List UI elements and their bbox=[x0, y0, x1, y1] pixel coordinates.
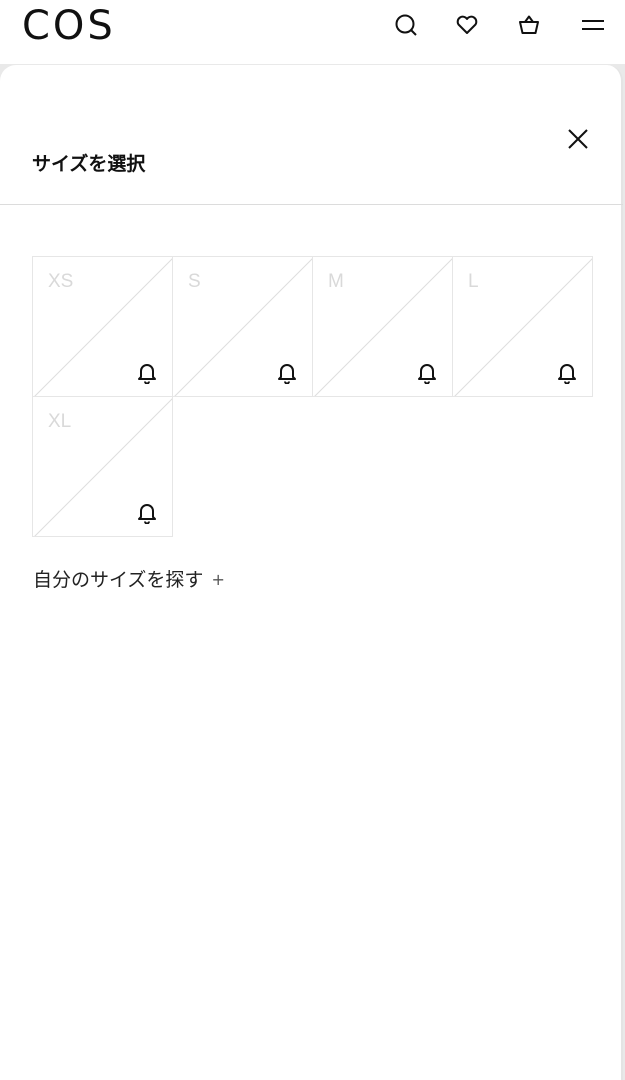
bell-icon[interactable] bbox=[415, 360, 439, 384]
size-option-xs[interactable]: XS bbox=[32, 256, 173, 397]
close-icon[interactable] bbox=[567, 128, 589, 150]
expand-plus-icon: + bbox=[211, 570, 225, 589]
bag-icon[interactable] bbox=[516, 12, 542, 38]
menu-icon[interactable] bbox=[580, 12, 606, 38]
find-size-label: 自分のサイズを探す bbox=[33, 569, 204, 591]
find-my-size-toggle[interactable]: 自分のサイズを探す + bbox=[33, 567, 225, 593]
size-label: XS bbox=[48, 271, 74, 292]
size-label: M bbox=[328, 271, 344, 292]
size-option-l[interactable]: L bbox=[452, 256, 593, 397]
page: COS サイズを選択 XS S M L XL 自分のサイズを探す + bbox=[0, 0, 625, 1080]
size-selector-sheet: サイズを選択 XS S M L XL 自分のサイズを探す + bbox=[0, 65, 623, 1080]
search-icon[interactable] bbox=[393, 12, 419, 38]
bell-icon[interactable] bbox=[135, 360, 159, 384]
bell-icon[interactable] bbox=[555, 360, 579, 384]
top-header: COS bbox=[0, 0, 625, 64]
bell-icon[interactable] bbox=[275, 360, 299, 384]
size-label: XL bbox=[48, 411, 72, 432]
divider bbox=[0, 204, 623, 205]
size-label: S bbox=[188, 271, 201, 292]
cos-logo[interactable]: COS bbox=[22, 4, 116, 48]
bell-icon[interactable] bbox=[135, 500, 159, 524]
size-option-m[interactable]: M bbox=[312, 256, 453, 397]
sheet-title: サイズを選択 bbox=[32, 153, 146, 175]
heart-icon[interactable] bbox=[454, 12, 480, 38]
size-option-s[interactable]: S bbox=[172, 256, 313, 397]
size-label: L bbox=[468, 271, 479, 292]
size-option-xl[interactable]: XL bbox=[32, 396, 173, 537]
